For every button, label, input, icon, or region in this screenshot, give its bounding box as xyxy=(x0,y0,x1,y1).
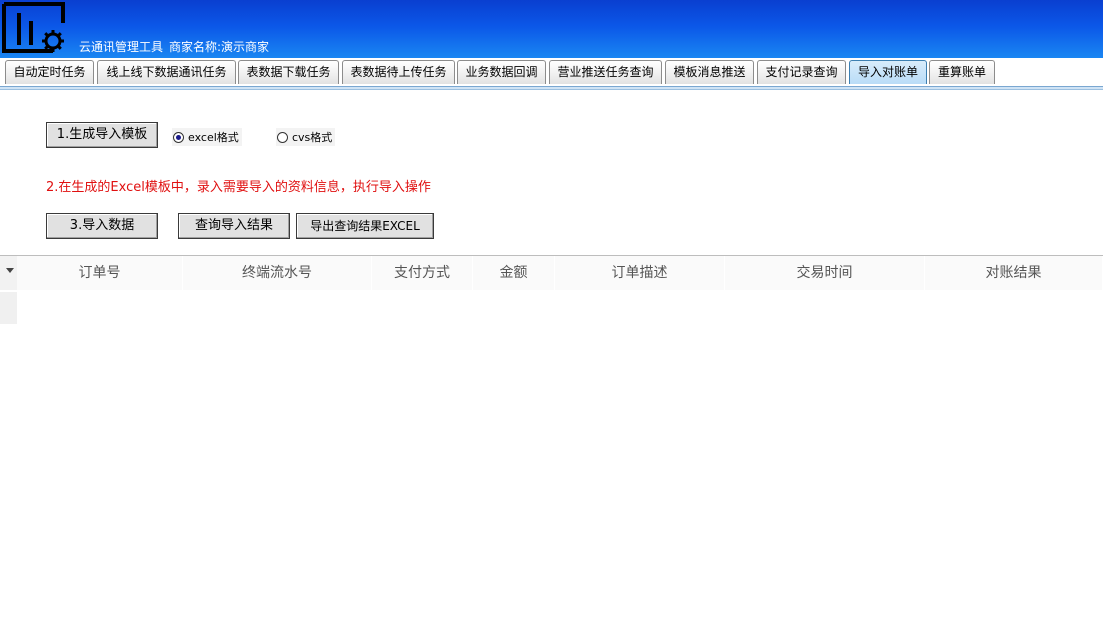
import-data-button[interactable]: 3.导入数据 xyxy=(46,213,158,239)
tab-online-offline-sync[interactable]: 线上线下数据通讯任务 xyxy=(97,60,236,84)
tab-business-callback[interactable]: 业务数据回调 xyxy=(457,60,546,84)
tab-payment-record-query[interactable]: 支付记录查询 xyxy=(757,60,846,84)
tab-underline xyxy=(0,86,1103,90)
generate-template-button[interactable]: 1.生成导入模板 xyxy=(46,122,158,148)
column-header-order-no[interactable]: 订单号 xyxy=(17,256,183,290)
export-query-result-button[interactable]: 导出查询结果EXCEL xyxy=(296,213,434,239)
app-title: 云通讯管理工具 商家名称:演示商家 xyxy=(79,38,275,55)
excel-format-radio[interactable]: excel格式 xyxy=(172,128,242,146)
column-header-amount[interactable]: 金额 xyxy=(473,256,555,290)
column-header-transaction-time[interactable]: 交易时间 xyxy=(725,256,925,290)
cvs-format-label: cvs格式 xyxy=(292,131,333,144)
grid-corner-cell[interactable] xyxy=(0,256,17,290)
tab-push-task-query[interactable]: 营业推送任务查询 xyxy=(549,60,662,84)
dropdown-arrow-icon xyxy=(6,268,14,273)
tab-import-statement[interactable]: 导入对账单 xyxy=(849,60,927,84)
tab-auto-scheduled-tasks[interactable]: 自动定时任务 xyxy=(5,60,94,84)
excel-format-label: excel格式 xyxy=(188,131,239,144)
query-import-result-button[interactable]: 查询导入结果 xyxy=(178,213,290,239)
tab-recalculate-bill[interactable]: 重算账单 xyxy=(929,60,995,84)
app-name: 云通讯管理工具 xyxy=(79,40,164,54)
tab-table-download[interactable]: 表数据下载任务 xyxy=(238,60,339,84)
grid-header: 订单号 终端流水号 支付方式 金额 订单描述 交易时间 对账结果 xyxy=(0,256,1103,290)
tab-table-pending-upload[interactable]: 表数据待上传任务 xyxy=(342,60,455,84)
row-header-cell[interactable] xyxy=(0,292,17,324)
column-header-terminal-serial[interactable]: 终端流水号 xyxy=(183,256,372,290)
chart-gear-logo-icon xyxy=(2,2,65,53)
column-header-order-description[interactable]: 订单描述 xyxy=(555,256,725,290)
merchant-name: 商家名称:演示商家 xyxy=(169,40,270,54)
column-header-reconciliation-result[interactable]: 对账结果 xyxy=(925,256,1103,290)
tab-template-message-push[interactable]: 模板消息推送 xyxy=(665,60,754,84)
cvs-format-radio[interactable]: cvs格式 xyxy=(276,128,336,146)
radio-unchecked-icon xyxy=(277,131,288,143)
import-instruction: 2.在生成的Excel模板中，录入需要导入的资料信息，执行导入操作 xyxy=(46,180,431,195)
tab-bar: 自动定时任务 线上线下数据通讯任务 表数据下载任务 表数据待上传任务 业务数据回… xyxy=(0,58,1103,86)
app-header: 云通讯管理工具 商家名称:演示商家 xyxy=(0,0,1103,58)
column-header-payment-method[interactable]: 支付方式 xyxy=(372,256,473,290)
radio-checked-icon xyxy=(173,131,184,143)
